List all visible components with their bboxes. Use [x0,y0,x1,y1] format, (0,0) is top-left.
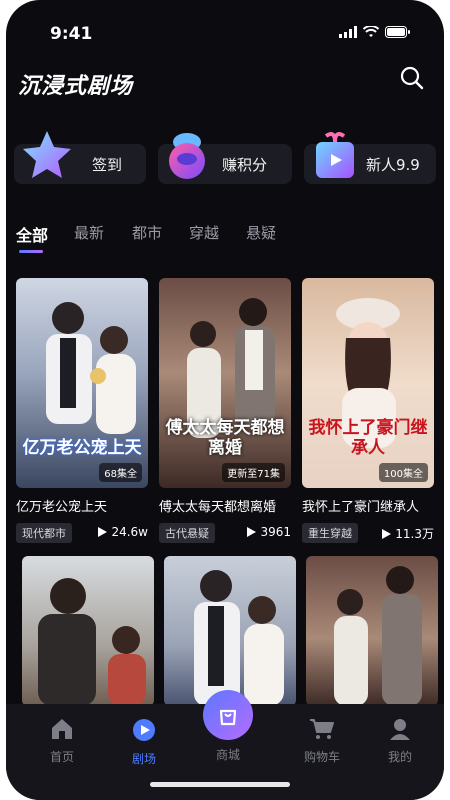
active-tab-indicator [19,250,43,253]
drama-card[interactable]: 亿万老公宠上天 68集全 亿万老公宠上天 现代都市 24.6w [16,278,148,543]
genre-tag: 现代都市 [16,523,72,543]
phone-screen: 9:41 沉浸式剧场 签到 赚积分 新人9.9 全部 最新 都市 穿越 悬疑 亿… [6,0,444,800]
cart-icon [310,719,334,739]
play-count-value: 24.6w [111,525,148,539]
wifi-icon [363,26,379,37]
user-icon [390,719,410,740]
home-icon [52,719,72,739]
tabbar-mine[interactable]: 我的 [370,718,430,765]
checkin-button[interactable]: 签到 [14,131,146,184]
poster-title: 我怀上了豪门继承人 [308,418,428,458]
tabbar-theater[interactable]: 剧场 [114,718,174,767]
drama-card[interactable] [164,556,296,706]
tabbar-mall-button[interactable] [203,690,253,740]
drama-card[interactable]: 傅太太每天都想离婚 更新至71集 傅太太每天都想离婚 古代悬疑 3961 [159,278,291,543]
tabbar-mall-label: 商城 [215,748,240,762]
tab-urban[interactable]: 都市 [132,222,162,243]
theater-play-icon [133,719,155,741]
drama-meta: 现代都市 24.6w [16,523,148,543]
drama-card[interactable] [22,556,154,706]
drama-name: 亿万老公宠上天 [16,500,108,515]
battery-icon [385,26,410,38]
signal-icon [339,26,357,38]
tab-latest[interactable]: 最新 [74,222,104,243]
play-count: 11.3万 [381,525,434,542]
newcomer-offer-label: 新人9.9 [366,156,420,174]
status-icons [339,26,410,38]
drama-poster: 傅太太每天都想离婚 更新至71集 [159,278,291,488]
poster-figures [334,566,422,706]
poster-figures [194,570,284,706]
poster-figures [38,578,146,706]
play-count: 3961 [246,525,291,539]
tabbar-theater-label: 剧场 [131,752,156,766]
genre-tag: 重生穿越 [302,523,358,543]
play-icon [382,528,392,539]
drama-card[interactable] [306,556,438,706]
category-tabs: 全部 最新 都市 穿越 悬疑 [16,218,436,258]
play-count-value: 11.3万 [395,527,434,541]
drama-name: 傅太太每天都想离婚 [159,500,277,515]
tab-time-travel[interactable]: 穿越 [189,222,219,243]
shopping-bag-icon [219,709,237,726]
tabbar-home[interactable]: 首页 [32,718,92,765]
drama-poster: 亿万老公宠上天 68集全 [16,278,148,488]
tabbar-cart-label: 购物车 [303,750,340,764]
tabbar-cart[interactable]: 购物车 [292,718,352,765]
drama-poster [164,556,296,706]
status-bar: 9:41 [6,0,444,56]
genre-tag: 古代悬疑 [159,523,215,543]
play-icon [247,527,257,537]
poster-title: 傅太太每天都想离婚 [165,418,285,458]
episode-count: 68集全 [99,463,142,482]
page-title: 沉浸式剧场 [18,74,134,99]
newcomer-offer-button[interactable]: 新人9.9 [304,132,436,184]
points-icon [169,133,205,179]
tabbar-home-label: 首页 [49,750,74,764]
drama-meta: 重生穿越 11.3万 [302,523,434,543]
drama-name: 我怀上了豪门继承人 [302,500,420,515]
search-icon[interactable] [400,66,424,90]
tab-all[interactable]: 全部 [16,222,48,246]
episode-count: 更新至71集 [222,463,285,482]
poster-title: 亿万老公宠上天 [22,438,142,458]
star-icon [23,131,71,178]
earn-points-button[interactable]: 赚积分 [158,133,292,184]
checkin-label: 签到 [92,156,123,174]
play-icon [98,527,108,537]
tab-suspense[interactable]: 悬疑 [246,222,276,243]
tabbar-mine-label: 我的 [387,750,412,764]
drama-poster [22,556,154,706]
home-indicator [150,782,290,787]
play-count-value: 3961 [260,525,291,539]
drama-poster: 我怀上了豪门继承人 100集全 [302,278,434,488]
play-count: 24.6w [97,525,148,539]
drama-card[interactable]: 我怀上了豪门继承人 100集全 我怀上了豪门继承人 重生穿越 11.3万 [302,278,434,543]
drama-poster [306,556,438,706]
promo-row: 签到 赚积分 新人9.9 [14,130,436,190]
gift-icon [316,132,354,178]
earn-points-label: 赚积分 [222,156,268,174]
status-time: 9:41 [50,24,93,44]
drama-meta: 古代悬疑 3961 [159,523,291,543]
episode-count: 100集全 [378,463,428,482]
